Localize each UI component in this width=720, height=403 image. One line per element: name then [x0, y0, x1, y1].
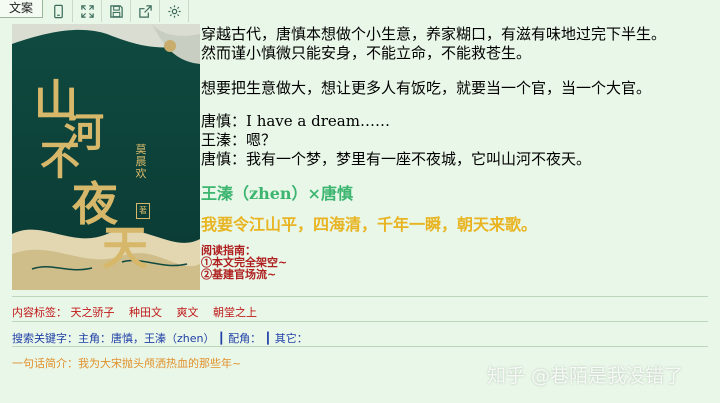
- cover-author-tag: 著: [136, 203, 150, 219]
- dialogue-line: 唐慎：I have a dream……: [201, 112, 390, 130]
- blurb-line: 然而谨小慎微只能安身，不能立命，不能救苍生。: [201, 44, 532, 62]
- fullscreen-button[interactable]: [73, 0, 102, 22]
- share-icon: [138, 4, 152, 18]
- motto: 我要令江山平，四海清，千年一瞬，朝天来歌。: [201, 215, 538, 234]
- pairing: 王溱（zhen）×唐慎: [201, 184, 353, 203]
- dialogue-line: 唐慎：我有一个梦，梦里有一座不夜城，它叫山河不夜天。: [201, 150, 592, 168]
- cover-art: 山河不夜天: [12, 24, 200, 290]
- divider: [12, 296, 708, 297]
- blurb-line: 想要把生意做大，想让更多人有饭吃，就要当一个官，当一个大官。: [201, 79, 652, 97]
- divider: [12, 346, 708, 347]
- one-line-summary: 一句话简介：我为大宋抛头颅洒热血的那些年~: [12, 357, 242, 370]
- search-keywords: 搜索关键字：主角：唐慎，王溱（zhen） ┃ 配角： ┃ 其它：: [12, 332, 308, 345]
- cover-author: 莫晨欢: [135, 143, 147, 180]
- toolbar: [44, 0, 189, 22]
- tablet-icon: [53, 4, 63, 18]
- dialogue-line: 王溱：嗯？: [201, 131, 277, 149]
- tag-link[interactable]: 种田文: [129, 306, 162, 319]
- tab-wenan[interactable]: 文案: [0, 0, 43, 18]
- gear-icon: [167, 4, 181, 18]
- blurb: 穿越古代，唐慎本想做个小生意，养家糊口，有滋有味地过完下半生。 然而谨小慎微只能…: [201, 25, 711, 169]
- tablet-view-button[interactable]: [44, 0, 73, 22]
- save-icon: [109, 4, 123, 18]
- content-tags: 内容标签： 天之骄子 种田文 爽文 朝堂之上: [12, 304, 268, 320]
- tag-link[interactable]: 爽文: [177, 306, 199, 319]
- reading-guide-item: ②基建官场流~: [201, 268, 277, 281]
- expand-icon: [80, 4, 94, 18]
- tags-label: 内容标签：: [12, 306, 67, 319]
- blurb-line: 穿越古代，唐慎本想做个小生意，养家糊口，有滋有味地过完下半生。: [201, 25, 667, 43]
- divider: [12, 321, 708, 322]
- reading-guide: 阅读指南： ①本文完全架空~ ②基建官场流~: [201, 245, 287, 281]
- cover-title-char: 天: [102, 221, 148, 275]
- save-button[interactable]: [102, 0, 131, 22]
- book-cover[interactable]: 山河不夜天 莫晨欢 著: [12, 24, 200, 290]
- tag-link[interactable]: 天之骄子: [71, 306, 115, 319]
- share-button[interactable]: [131, 0, 160, 22]
- watermark: 知乎 @巷陌是我没错了: [487, 365, 684, 387]
- settings-button[interactable]: [160, 0, 189, 22]
- tag-link[interactable]: 朝堂之上: [213, 306, 257, 319]
